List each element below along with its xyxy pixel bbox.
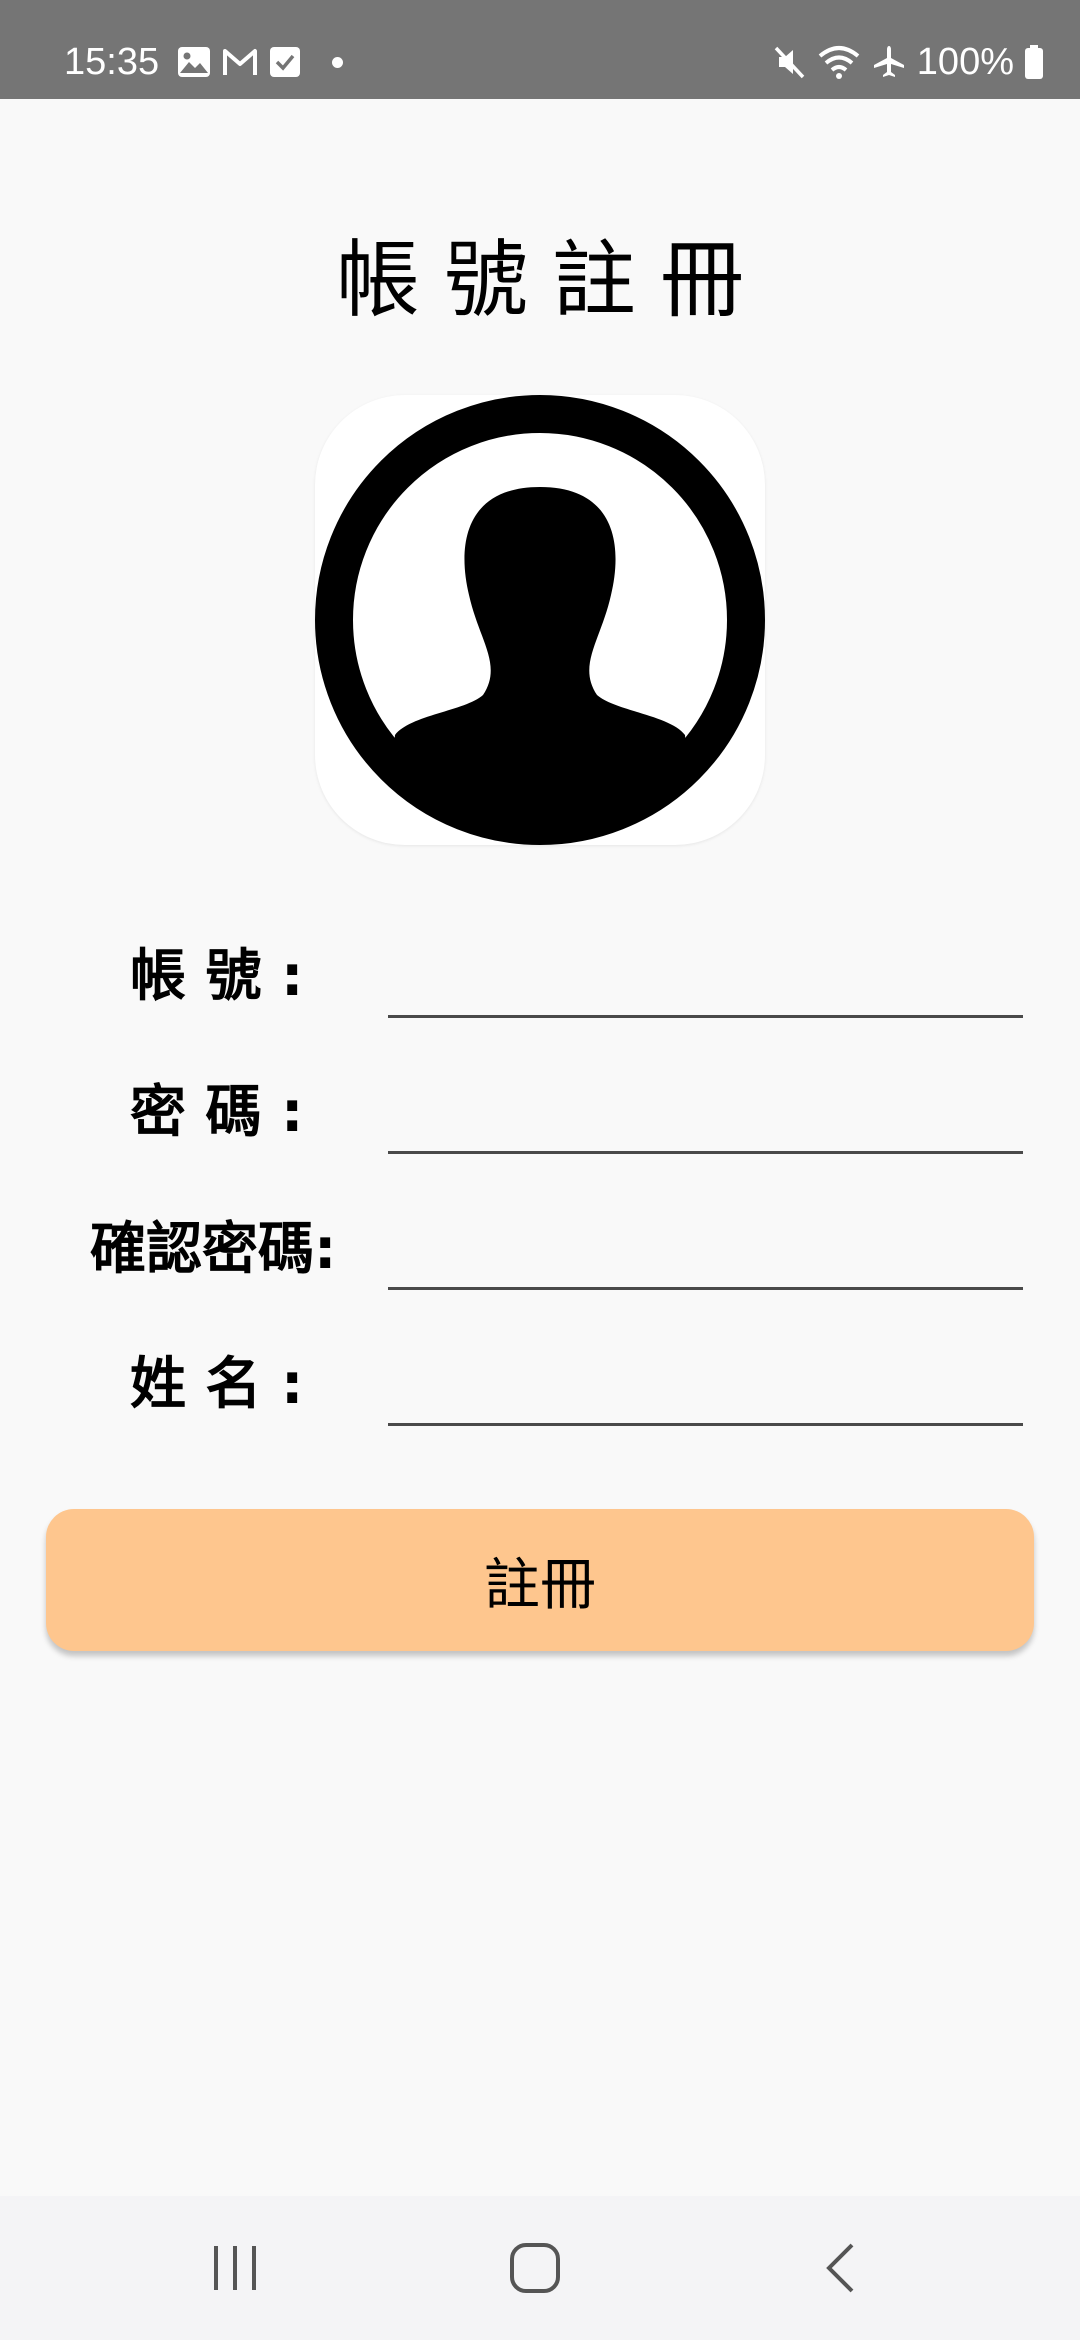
name-input[interactable]	[388, 1353, 1023, 1426]
home-button[interactable]	[465, 2196, 605, 2340]
confirm-password-label: 確認密碼:	[90, 1217, 337, 1282]
battery-icon	[1025, 45, 1043, 79]
confirm-password-input[interactable]	[388, 1217, 1023, 1290]
account-label: 帳 號 :	[130, 944, 304, 1009]
mute-icon	[774, 46, 805, 79]
wifi-icon	[818, 46, 860, 79]
check-icon	[270, 47, 300, 77]
register-button[interactable]: 註冊	[46, 1509, 1034, 1651]
status-time: 15:35	[64, 41, 160, 83]
airplane-icon	[873, 46, 904, 77]
avatar[interactable]	[315, 395, 765, 845]
recent-apps-button[interactable]	[165, 2196, 305, 2340]
name-label: 姓 名 :	[130, 1352, 304, 1417]
back-button[interactable]	[770, 2196, 910, 2340]
notification-icons	[178, 44, 343, 80]
password-label: 密 碼 :	[130, 1080, 304, 1145]
system-icons: 100%	[771, 40, 1044, 84]
status-bar: 15:35 100%	[0, 0, 1080, 99]
back-icon	[826, 2243, 854, 2293]
account-input[interactable]	[388, 945, 1023, 1018]
more-notifications-dot	[332, 56, 343, 68]
home-icon	[510, 2243, 560, 2293]
gmail-icon	[223, 49, 257, 75]
user-silhouette-icon	[315, 395, 765, 845]
recent-apps-icon	[214, 2246, 256, 2290]
password-input[interactable]	[388, 1081, 1023, 1154]
navigation-bar	[0, 2196, 1080, 2340]
battery-percentage: 100%	[916, 41, 1014, 83]
gallery-icon	[178, 47, 210, 77]
page-title: 帳號註冊	[335, 231, 768, 329]
